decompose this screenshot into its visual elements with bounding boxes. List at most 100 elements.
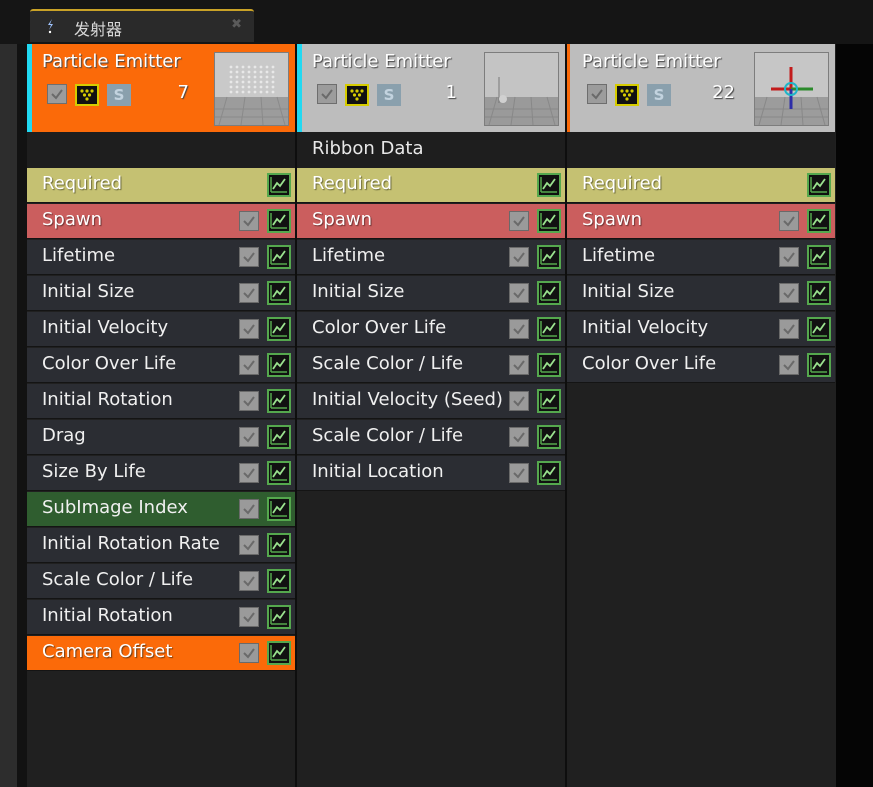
curve-editor-icon[interactable] bbox=[537, 245, 561, 269]
module-enable-checkbox-icon[interactable] bbox=[779, 355, 799, 375]
module-enable-checkbox-icon[interactable] bbox=[239, 571, 259, 591]
curve-editor-icon[interactable] bbox=[267, 209, 291, 233]
module-row[interactable]: Initial Location bbox=[297, 456, 565, 491]
type-data-row[interactable]: Ribbon Data bbox=[297, 132, 565, 168]
module-row[interactable]: Initial Velocity bbox=[27, 312, 295, 347]
module-row[interactable]: Color Over Life bbox=[27, 348, 295, 383]
curve-editor-icon[interactable] bbox=[267, 569, 291, 593]
curve-editor-icon[interactable] bbox=[267, 389, 291, 413]
module-row[interactable]: Color Over Life bbox=[297, 312, 565, 347]
module-enable-checkbox-icon[interactable] bbox=[509, 427, 529, 447]
enable-checkbox-icon[interactable] bbox=[47, 84, 67, 104]
render-mode-icon[interactable] bbox=[345, 84, 369, 106]
module-enable-checkbox-icon[interactable] bbox=[779, 247, 799, 267]
module-enable-checkbox-icon[interactable] bbox=[239, 319, 259, 339]
module-row[interactable]: Required bbox=[297, 168, 565, 203]
module-row[interactable]: Required bbox=[27, 168, 295, 203]
module-row[interactable]: Initial Size bbox=[27, 276, 295, 311]
render-mode-icon[interactable] bbox=[75, 84, 99, 106]
curve-editor-icon[interactable] bbox=[267, 497, 291, 521]
solo-icon[interactable]: S bbox=[377, 84, 401, 106]
module-row[interactable]: Lifetime bbox=[567, 240, 835, 275]
module-enable-checkbox-icon[interactable] bbox=[779, 283, 799, 303]
module-enable-checkbox-icon[interactable] bbox=[509, 247, 529, 267]
curve-editor-icon[interactable] bbox=[267, 641, 291, 665]
module-enable-checkbox-icon[interactable] bbox=[239, 283, 259, 303]
curve-editor-icon[interactable] bbox=[267, 605, 291, 629]
module-enable-checkbox-icon[interactable] bbox=[509, 391, 529, 411]
module-row[interactable]: Scale Color / Life bbox=[297, 420, 565, 455]
tab-emitters[interactable]: 发射器 ✖ bbox=[30, 9, 254, 42]
module-row[interactable]: Initial Velocity bbox=[567, 312, 835, 347]
module-row[interactable]: Initial Rotation bbox=[27, 384, 295, 419]
curve-editor-icon[interactable] bbox=[267, 353, 291, 377]
module-enable-checkbox-icon[interactable] bbox=[239, 643, 259, 663]
render-mode-icon[interactable] bbox=[615, 84, 639, 106]
module-row[interactable]: Camera Offset bbox=[27, 636, 295, 671]
module-enable-checkbox-icon[interactable] bbox=[239, 355, 259, 375]
module-row[interactable]: Spawn bbox=[27, 204, 295, 239]
emitter-header[interactable]: Particle Emitter S 7 bbox=[27, 44, 295, 132]
curve-editor-icon[interactable] bbox=[807, 245, 831, 269]
module-enable-checkbox-icon[interactable] bbox=[509, 355, 529, 375]
curve-editor-icon[interactable] bbox=[267, 461, 291, 485]
curve-editor-icon[interactable] bbox=[267, 317, 291, 341]
curve-editor-icon[interactable] bbox=[807, 173, 831, 197]
curve-editor-icon[interactable] bbox=[267, 533, 291, 557]
curve-editor-icon[interactable] bbox=[807, 317, 831, 341]
curve-editor-icon[interactable] bbox=[807, 281, 831, 305]
module-row[interactable]: Initial Size bbox=[297, 276, 565, 311]
module-enable-checkbox-icon[interactable] bbox=[239, 463, 259, 483]
curve-editor-icon[interactable] bbox=[807, 209, 831, 233]
module-enable-checkbox-icon[interactable] bbox=[239, 499, 259, 519]
module-enable-checkbox-icon[interactable] bbox=[509, 211, 529, 231]
module-row[interactable]: Initial Velocity (Seed) bbox=[297, 384, 565, 419]
curve-editor-icon[interactable] bbox=[267, 425, 291, 449]
emitter-header[interactable]: Particle Emitter S 22 bbox=[567, 44, 835, 132]
curve-editor-icon[interactable] bbox=[267, 281, 291, 305]
curve-editor-icon[interactable] bbox=[537, 209, 561, 233]
curve-editor-icon[interactable] bbox=[537, 173, 561, 197]
module-row[interactable]: Lifetime bbox=[297, 240, 565, 275]
module-enable-checkbox-icon[interactable] bbox=[239, 391, 259, 411]
module-row[interactable]: Size By Life bbox=[27, 456, 295, 491]
module-enable-checkbox-icon[interactable] bbox=[239, 427, 259, 447]
curve-editor-icon[interactable] bbox=[267, 245, 291, 269]
module-enable-checkbox-icon[interactable] bbox=[239, 535, 259, 555]
module-row[interactable]: Lifetime bbox=[27, 240, 295, 275]
module-enable-checkbox-icon[interactable] bbox=[239, 607, 259, 627]
module-enable-checkbox-icon[interactable] bbox=[779, 319, 799, 339]
curve-editor-icon[interactable] bbox=[537, 281, 561, 305]
module-row[interactable]: Required bbox=[567, 168, 835, 203]
module-row[interactable]: Initial Rotation Rate bbox=[27, 528, 295, 563]
module-row[interactable]: Spawn bbox=[567, 204, 835, 239]
emitter-header[interactable]: Particle Emitter S 1 bbox=[297, 44, 565, 132]
emitter-canvas[interactable]: Particle Emitter S 7 Required Spawn Lifetime I… bbox=[27, 44, 836, 787]
close-icon[interactable]: ✖ bbox=[231, 17, 242, 32]
module-row[interactable]: Drag bbox=[27, 420, 295, 455]
module-row[interactable]: SubImage Index bbox=[27, 492, 295, 527]
curve-editor-icon[interactable] bbox=[537, 317, 561, 341]
module-enable-checkbox-icon[interactable] bbox=[239, 211, 259, 231]
module-row[interactable]: Initial Rotation bbox=[27, 600, 295, 635]
module-enable-checkbox-icon[interactable] bbox=[239, 247, 259, 267]
curve-editor-icon[interactable] bbox=[537, 425, 561, 449]
module-row[interactable]: Spawn bbox=[297, 204, 565, 239]
solo-icon[interactable]: S bbox=[107, 84, 131, 106]
solo-icon[interactable]: S bbox=[647, 84, 671, 106]
module-row[interactable]: Scale Color / Life bbox=[27, 564, 295, 599]
curve-editor-icon[interactable] bbox=[537, 389, 561, 413]
curve-editor-icon[interactable] bbox=[537, 461, 561, 485]
curve-editor-icon[interactable] bbox=[267, 173, 291, 197]
curve-editor-icon[interactable] bbox=[807, 353, 831, 377]
enable-checkbox-icon[interactable] bbox=[317, 84, 337, 104]
module-enable-checkbox-icon[interactable] bbox=[509, 463, 529, 483]
module-enable-checkbox-icon[interactable] bbox=[509, 319, 529, 339]
enable-checkbox-icon[interactable] bbox=[587, 84, 607, 104]
module-row[interactable]: Initial Size bbox=[567, 276, 835, 311]
curve-editor-icon[interactable] bbox=[537, 353, 561, 377]
module-row[interactable]: Scale Color / Life bbox=[297, 348, 565, 383]
module-enable-checkbox-icon[interactable] bbox=[509, 283, 529, 303]
module-row[interactable]: Color Over Life bbox=[567, 348, 835, 383]
module-enable-checkbox-icon[interactable] bbox=[779, 211, 799, 231]
